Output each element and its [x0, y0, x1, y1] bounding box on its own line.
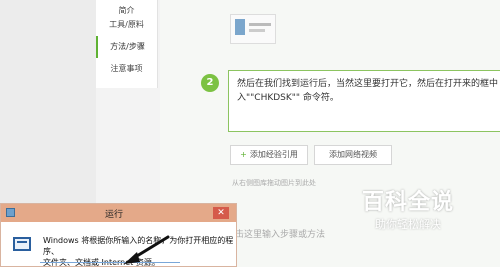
image-drop-hint: 从右侧图库拖动图片到此处 — [232, 179, 316, 187]
watermark-logo: 百科全说 助你轻松解决 — [352, 190, 464, 240]
run-app-icon — [6, 208, 15, 217]
thumbnail-graphic — [249, 29, 265, 32]
dialog-text-line: Windows 将根据你所输入的名称，为你打开相应的程序、 — [43, 236, 234, 256]
logo-main-text: 百科全说 — [361, 190, 454, 215]
step-text-line: 入""CHKDSK"" 命令符。 — [237, 93, 339, 103]
run-icon — [13, 237, 31, 251]
add-experience-label: 添加经验引用 — [249, 150, 298, 159]
run-command-input[interactable] — [40, 262, 180, 267]
sidebar-item-tools[interactable]: 工具/原料 — [96, 14, 157, 36]
add-video-button[interactable]: 添加网络视频 — [314, 145, 392, 165]
plus-icon: + — [240, 150, 247, 159]
step-number-badge: 2 — [201, 74, 219, 92]
add-video-label: 添加网络视频 — [329, 150, 377, 159]
dialog-titlebar[interactable]: 运行 ✕ — [1, 204, 236, 222]
dialog-title: 运行 — [105, 210, 124, 220]
close-icon[interactable]: ✕ — [213, 207, 229, 219]
step-text-box[interactable]: 然后在我们找到运行后，当然这里要打开它，然后在打开来的框中 入""CHKDSK"… — [228, 70, 500, 132]
sidebar-item-steps[interactable]: 方法/步骤 — [96, 36, 157, 58]
logo-sub-text: 助你轻松解决 — [375, 218, 441, 231]
step-input-placeholder[interactable]: 击这里输入步骤或方法 — [235, 227, 325, 240]
sidebar-item-notes[interactable]: 注意事项 — [96, 58, 157, 80]
sidebar: 简介 工具/原料 方法/步骤 注意事项 — [96, 0, 158, 88]
thumbnail-graphic — [235, 19, 245, 35]
step-text-line: 然后在我们找到运行后，当然这里要打开它，然后在打开来的框中 — [237, 79, 499, 89]
step-image-thumbnail[interactable] — [230, 14, 276, 44]
run-dialog: 运行 ✕ Windows 将根据你所输入的名称，为你打开相应的程序、 文件夹、文… — [0, 203, 237, 267]
add-experience-button[interactable]: + 添加经验引用 — [230, 145, 308, 165]
thumbnail-graphic — [249, 23, 271, 26]
